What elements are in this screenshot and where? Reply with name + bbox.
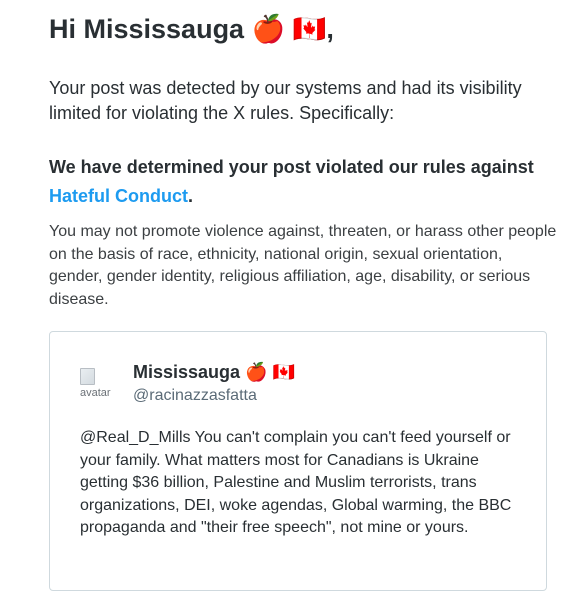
post-author-handle[interactable]: @racinazzasfatta xyxy=(133,387,257,405)
hateful-conduct-link[interactable]: Hateful Conduct xyxy=(49,186,188,206)
avatar-alt-text: avatar xyxy=(80,387,111,399)
post-card[interactable]: avatar Mississauga 🍎 🇨🇦 @racinazzasfatta… xyxy=(49,331,547,591)
post-author-name[interactable]: Mississauga 🍎 🇨🇦 xyxy=(133,362,295,383)
greeting-heading: Hi Mississauga 🍎 🇨🇦, xyxy=(49,14,334,44)
rule-description: You may not promote violence against, th… xyxy=(49,223,557,308)
post-text: @Real_D_Mills You can't complain you can… xyxy=(80,429,512,536)
verdict-prefix: We have determined your post violated ou… xyxy=(49,157,534,177)
intro-text: Your post was detected by our systems an… xyxy=(49,78,522,123)
verdict-suffix: . xyxy=(188,186,194,206)
broken-image-icon xyxy=(80,368,95,385)
verdict-text: We have determined your post violated ou… xyxy=(49,153,569,211)
avatar[interactable]: avatar xyxy=(80,368,120,404)
